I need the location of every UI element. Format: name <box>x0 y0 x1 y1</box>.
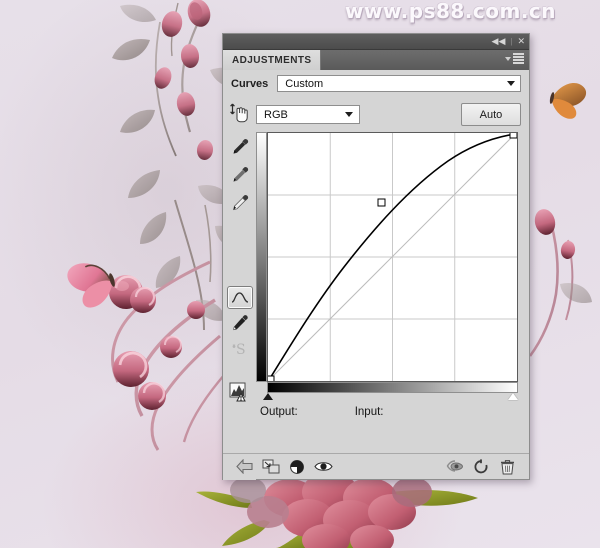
pencil-draw-curve-icon[interactable] <box>223 311 256 335</box>
smooth-curve-icon: S <box>223 337 256 361</box>
butterfly-orange <box>549 83 587 119</box>
curve-plot-area[interactable] <box>267 132 518 382</box>
output-label: Output: <box>260 406 298 418</box>
gray-point-eyedropper-icon[interactable] <box>223 163 256 187</box>
view-previous-state-button[interactable] <box>442 457 468 477</box>
watermark-text: www.ps88.com.cn <box>345 0 557 23</box>
input-label: Input: <box>354 406 384 418</box>
panel-body: S RGB Auto Output: Input: <box>223 97 529 480</box>
return-to-adjustment-list-button[interactable] <box>232 457 258 477</box>
reset-adjustment-button[interactable] <box>468 457 494 477</box>
panel-menu-lines <box>513 53 524 64</box>
svg-text:S: S <box>236 342 246 358</box>
white-point-eyedropper-icon[interactable] <box>223 191 256 215</box>
channel-select-value: RGB <box>264 108 288 121</box>
output-input-row: Output: Input: <box>256 396 529 428</box>
panel-tab-row: ADJUSTMENTS <box>223 50 529 70</box>
midtone-handle <box>377 198 386 207</box>
channel-row: RGB Auto <box>256 97 529 132</box>
delete-adjustment-layer-button[interactable] <box>494 457 520 477</box>
chevron-down-icon <box>345 112 353 117</box>
black-point-eyedropper-icon[interactable] <box>223 135 256 159</box>
white-point-handle <box>509 133 517 139</box>
histogram-warning-icon[interactable] <box>223 380 256 404</box>
curves-content-column: RGB Auto Output: Input: <box>256 97 529 480</box>
collapse-double-left-icon[interactable]: ◀◀ <box>492 37 506 46</box>
input-gradient-bar <box>267 382 518 393</box>
auto-button-label: Auto <box>479 108 503 121</box>
butterfly-pink <box>67 263 115 308</box>
panel-menu-caret <box>505 56 511 61</box>
output-gradient-bar <box>256 132 267 382</box>
curves-graph <box>256 132 518 400</box>
auto-button[interactable]: Auto <box>461 103 521 126</box>
edit-points-curve-icon[interactable] <box>223 285 256 309</box>
curve-plot-svg <box>268 133 517 381</box>
clip-to-layer-button[interactable] <box>258 457 284 477</box>
preset-select-value: Custom <box>285 77 324 90</box>
channel-select[interactable]: RGB <box>256 105 360 124</box>
tab-adjustments-label: ADJUSTMENTS <box>232 54 312 66</box>
preset-select[interactable]: Custom <box>277 75 521 92</box>
preset-row: Curves Custom <box>223 70 529 97</box>
black-point-handle <box>268 375 275 381</box>
close-icon[interactable]: ✕ <box>517 37 525 46</box>
panel-title-bar: ◀◀ | ✕ <box>223 34 529 50</box>
on-image-adjustment-icon[interactable] <box>223 101 256 125</box>
chevron-down-icon <box>507 81 515 86</box>
adjustments-panel: ◀◀ | ✕ ADJUSTMENTS Curves Custom S RGB A… <box>222 33 530 480</box>
panel-menu-icon[interactable] <box>505 53 524 64</box>
titlebar-separator: | <box>510 37 513 46</box>
tab-adjustments[interactable]: ADJUSTMENTS <box>223 50 322 70</box>
curves-tool-column: S <box>223 97 256 480</box>
panel-footer <box>223 453 529 479</box>
toggle-layer-visibility-button[interactable] <box>310 457 336 477</box>
adjustment-type-label: Curves <box>231 77 269 90</box>
toggle-layer-visibility-mask-button[interactable] <box>284 457 310 477</box>
